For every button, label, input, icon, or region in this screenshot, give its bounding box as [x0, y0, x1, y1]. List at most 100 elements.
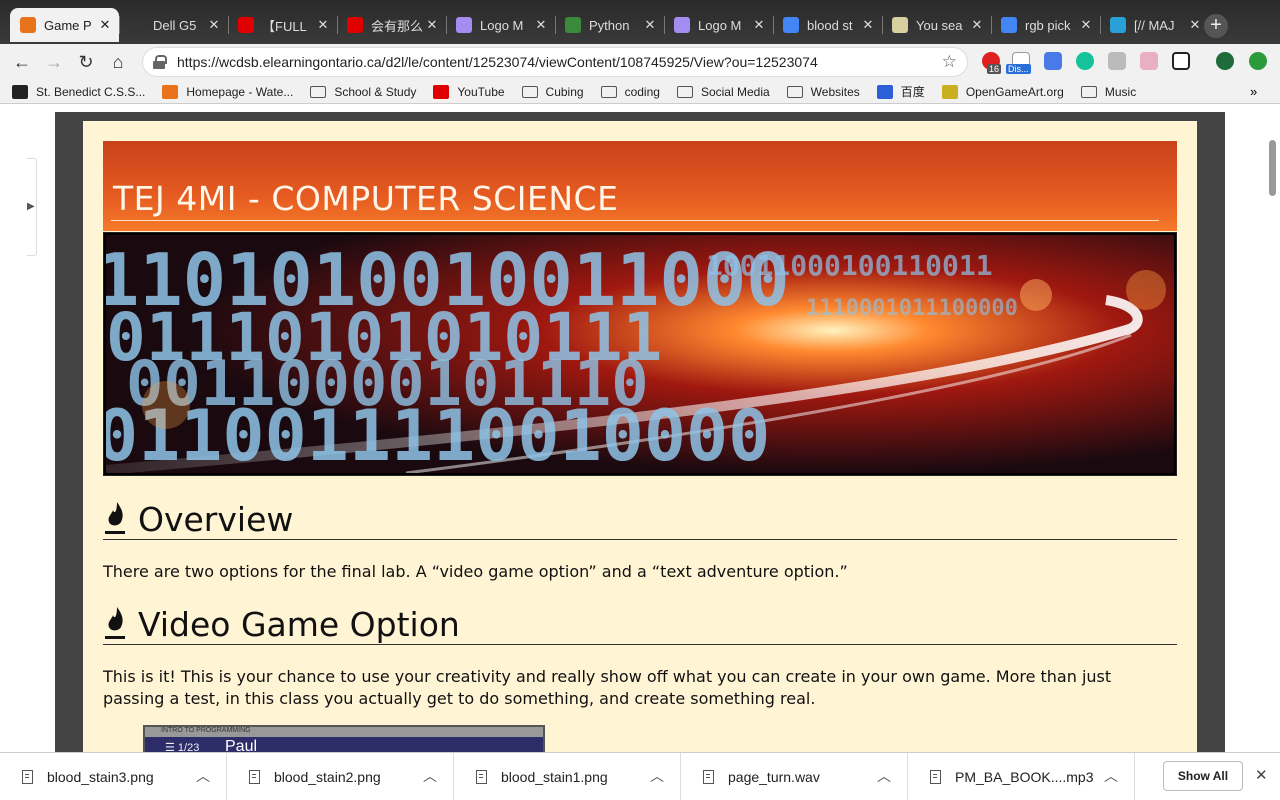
- close-tab-icon[interactable]: ✕: [533, 17, 549, 33]
- folder-icon: [310, 85, 327, 98]
- site-favicon-icon: [162, 84, 179, 99]
- extension-icon-3[interactable]: [1044, 52, 1062, 70]
- site-favicon-icon: [433, 84, 450, 99]
- game-screenshot: INTRO TO PROGRAMMING ☰ 1/23 Paul: [143, 725, 545, 752]
- file-icon: [703, 769, 714, 784]
- bookmark-1[interactable]: Homepage - Wate...: [162, 84, 293, 99]
- site-favicon-icon: [876, 84, 893, 99]
- screenshot-name: Paul: [225, 738, 258, 752]
- close-tab-icon[interactable]: ✕: [206, 17, 222, 33]
- folder-icon: [786, 85, 803, 98]
- bookmark-0[interactable]: St. Benedict C.S.S...: [12, 84, 145, 99]
- grammarly-icon[interactable]: [1076, 52, 1094, 70]
- binary-hero-graphic: 1101010010011000 01110101010111 00110000…: [106, 235, 1174, 473]
- bookmark-6[interactable]: Social Media: [676, 85, 770, 99]
- flame-icon: [105, 502, 125, 534]
- tab-title: 【FULL: [262, 18, 307, 34]
- bookmarks-overflow-icon[interactable]: »: [1250, 84, 1264, 99]
- download-item[interactable]: PM_BA_BOOK....mp3 ︿: [908, 752, 1135, 800]
- chevron-up-icon[interactable]: ︿: [877, 766, 891, 786]
- close-tab-icon[interactable]: ✕: [315, 17, 331, 33]
- site-favicon-icon: [941, 84, 958, 99]
- bookmark-2[interactable]: School & Study: [310, 85, 416, 99]
- bookmark-10[interactable]: Music: [1080, 85, 1136, 99]
- sidebar-toggle[interactable]: ▶: [27, 158, 37, 256]
- google-icon: [783, 17, 799, 33]
- tab-7[interactable]: blood st ✕: [773, 8, 882, 42]
- bookmark-label: Cubing: [545, 84, 584, 99]
- back-button[interactable]: ←: [10, 50, 34, 74]
- notion-icon[interactable]: [1172, 52, 1190, 70]
- tab-9[interactable]: rgb pick ✕: [991, 8, 1100, 42]
- tab-4[interactable]: Logo M ✕: [446, 8, 555, 42]
- bookmark-3[interactable]: YouTube: [433, 84, 505, 99]
- tab-title: 会有那么: [371, 18, 424, 34]
- tab-2[interactable]: 【FULL ✕: [228, 8, 337, 42]
- bookmark-label: 百度: [900, 85, 925, 99]
- screenshot-titlebar: INTRO TO PROGRAMMING: [145, 727, 543, 737]
- reload-button[interactable]: ↻: [74, 50, 98, 74]
- bookmark-label: YouTube: [457, 84, 505, 99]
- overview-title: Overview: [138, 500, 294, 539]
- svg-text:1110001011100000: 1110001011100000: [806, 296, 1018, 321]
- folder-icon: [676, 85, 693, 98]
- forward-button[interactable]: →: [42, 50, 66, 74]
- bookmark-9[interactable]: OpenGameArt.org: [941, 84, 1064, 99]
- chevron-up-icon[interactable]: ︿: [1104, 766, 1118, 786]
- close-download-bar-icon[interactable]: ✕: [1255, 766, 1268, 784]
- close-tab-icon[interactable]: ✕: [97, 17, 113, 33]
- tab-6[interactable]: Logo M ✕: [664, 8, 773, 42]
- folder-icon: [600, 85, 617, 98]
- chevron-up-icon[interactable]: ︿: [650, 766, 664, 786]
- tab-10[interactable]: [// MAJ ✕: [1100, 8, 1209, 42]
- chevron-up-icon[interactable]: ︿: [423, 766, 437, 786]
- tab-8[interactable]: You sea ✕: [882, 8, 991, 42]
- extension-badge-text: Dis...: [1006, 64, 1031, 74]
- new-tab-button[interactable]: +: [1204, 14, 1228, 38]
- close-tab-icon[interactable]: ✕: [424, 17, 440, 33]
- bookmark-star-icon[interactable]: ☆: [942, 52, 957, 72]
- address-bar[interactable]: https://wcdsb.elearningontario.ca/d2l/le…: [142, 47, 968, 77]
- download-filename: blood_stain2.png: [274, 768, 381, 785]
- close-tab-icon[interactable]: ✕: [751, 17, 767, 33]
- update-icon[interactable]: [1249, 52, 1267, 70]
- extension-icon-6[interactable]: [1140, 52, 1158, 70]
- chevron-up-icon[interactable]: ︿: [196, 766, 210, 786]
- close-tab-icon[interactable]: ✕: [642, 17, 658, 33]
- download-list: blood_stain3.png ︿ blood_stain2.png ︿ blood_…: [0, 752, 1135, 800]
- download-item[interactable]: blood_stain1.png ︿: [454, 752, 681, 800]
- page-scrollbar[interactable]: [1266, 104, 1280, 752]
- tab-title: rgb pick: [1025, 17, 1071, 33]
- bookmark-7[interactable]: Websites: [786, 85, 860, 99]
- home-button[interactable]: ⌂: [106, 50, 130, 74]
- close-tab-icon[interactable]: ✕: [969, 17, 985, 33]
- download-item[interactable]: blood_stain3.png ︿: [0, 752, 227, 800]
- close-tab-icon[interactable]: ✕: [860, 17, 876, 33]
- show-all-button[interactable]: Show All: [1163, 761, 1243, 791]
- profile-avatar[interactable]: [1216, 52, 1234, 70]
- tab-title: Dell G5: [153, 17, 197, 33]
- bookmark-4[interactable]: Cubing: [521, 84, 584, 99]
- bookmark-8[interactable]: 百度: [876, 83, 925, 100]
- close-tab-icon[interactable]: ✕: [1078, 17, 1094, 33]
- tab-0[interactable]: Game P ✕: [10, 8, 119, 42]
- download-item[interactable]: page_turn.wav ︿: [681, 752, 908, 800]
- video-game-text: This is it! This is your chance to use y…: [103, 667, 1112, 708]
- download-item[interactable]: blood_stain2.png ︿: [227, 752, 454, 800]
- extension-icon-5[interactable]: [1108, 52, 1126, 70]
- tab-title: Logo M: [480, 17, 524, 33]
- file-icon: [930, 769, 941, 784]
- tab-1[interactable]: Dell G5 ✕: [119, 8, 228, 42]
- close-tab-icon[interactable]: ✕: [1187, 17, 1203, 33]
- scrollbar-thumb[interactable]: [1269, 140, 1276, 196]
- lock-icon: [153, 55, 167, 69]
- tab-title: Python: [589, 17, 630, 33]
- bookmark-5[interactable]: coding: [600, 85, 660, 99]
- tab-title: Logo M: [698, 17, 742, 33]
- overview-text: There are two options for the final lab.…: [103, 562, 848, 581]
- zap-icon: [892, 17, 908, 33]
- tab-3[interactable]: 会有那么 ✕: [337, 8, 446, 42]
- tab-5[interactable]: Python ✕: [555, 8, 664, 42]
- logo-maker-icon: [674, 17, 690, 33]
- download-filename: page_turn.wav: [728, 768, 820, 785]
